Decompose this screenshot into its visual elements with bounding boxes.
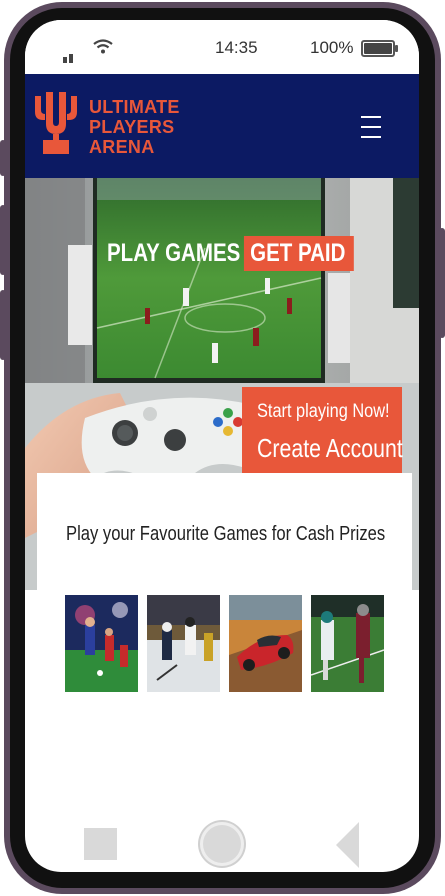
status-time: 14:35: [215, 38, 258, 57]
recent-apps-button[interactable]: [84, 828, 117, 860]
football-game-thumbnail[interactable]: [65, 595, 138, 692]
create-account-button[interactable]: Start playing Now! Create Account: [242, 387, 403, 481]
wifi-icon: [93, 39, 113, 54]
hero-headline-part1: PLAY GAMES: [107, 239, 241, 267]
phone-side-button: [0, 140, 6, 176]
tagline: Play your Favourite Games for Cash Prize…: [66, 523, 386, 545]
intro-card: Play your Favourite Games for Cash Prize…: [37, 473, 412, 591]
american-football-game-thumbnail[interactable]: [311, 595, 384, 692]
status-bar: 14:35 100%: [25, 20, 419, 74]
brand-line: ARENA: [89, 137, 155, 157]
game-thumbnails: [65, 595, 385, 693]
back-button[interactable]: [336, 822, 359, 868]
android-nav-bar: [25, 810, 419, 872]
phone-side-button: [0, 205, 6, 275]
brand-line: ULTIMATE: [89, 97, 180, 117]
hamburger-menu-icon[interactable]: [361, 116, 381, 140]
site-header: ULTIMATE PLAYERS ARENA: [25, 74, 419, 178]
phone-side-button: [0, 290, 6, 360]
signal-icon: [63, 44, 75, 63]
brand-line: PLAYERS: [89, 117, 175, 137]
hockey-game-thumbnail[interactable]: [147, 595, 220, 692]
cta-title: Create Account: [257, 433, 403, 463]
phone-screen: 14:35 100% ULTIMATE PLAYERS ARENA PLAY G…: [25, 20, 419, 872]
cta-subtitle: Start playing Now!: [257, 401, 390, 422]
battery-percent: 100%: [310, 38, 354, 57]
hero-headline-highlight: GET PAID: [243, 236, 354, 271]
trophy-logo-icon: [35, 92, 77, 154]
home-button[interactable]: [200, 822, 244, 866]
phone-side-button: [439, 228, 445, 338]
battery-icon: [361, 40, 398, 57]
racing-game-thumbnail[interactable]: [229, 595, 302, 692]
hero-headline: PLAY GAMES GET PAID: [107, 236, 354, 271]
brand-name[interactable]: ULTIMATE PLAYERS ARENA: [89, 97, 180, 157]
